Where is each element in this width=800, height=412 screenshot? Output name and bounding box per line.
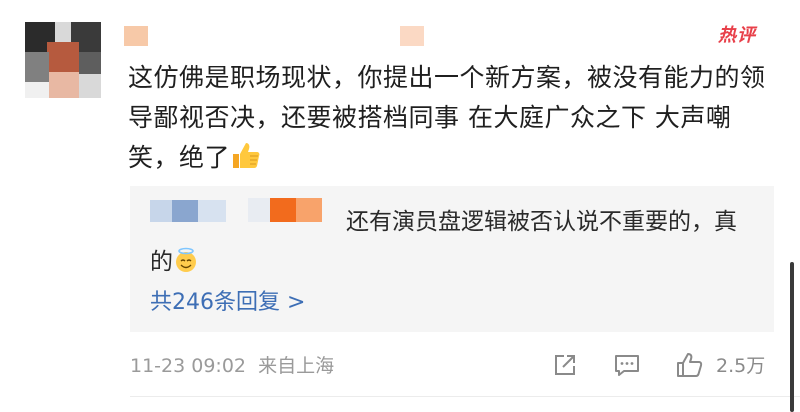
reply-text: 还有演员盘逻辑被否认说不重要的，真的 bbox=[150, 209, 737, 275]
view-replies-link[interactable]: 共246条回复 > bbox=[150, 288, 305, 318]
divider bbox=[130, 396, 800, 397]
comment-footer: 11-23 09:02 来自上海 2.5万 bbox=[130, 350, 780, 382]
scrollbar[interactable] bbox=[790, 262, 794, 412]
comment-icon[interactable] bbox=[612, 350, 642, 380]
comment-text: 这仿佛是职场现状，你提出一个新方案，被没有能力的领导鄙视否决，还要被搭档同事 在… bbox=[128, 63, 766, 172]
avatar[interactable] bbox=[25, 22, 101, 98]
smiling-face-icon bbox=[176, 247, 196, 272]
comment-meta: 11-23 09:02 来自上海 bbox=[130, 354, 334, 378]
reply-preview[interactable]: 还有演员盘逻辑被否认说不重要的，真的 共246条回复 > bbox=[130, 186, 774, 332]
share-icon[interactable] bbox=[550, 350, 580, 380]
like-icon[interactable] bbox=[674, 350, 704, 380]
hot-comment-badge: 热评 bbox=[718, 25, 756, 46]
timestamp: 11-23 09:02 bbox=[130, 355, 247, 377]
username-blurred[interactable] bbox=[124, 26, 148, 46]
like-count: 2.5万 bbox=[716, 355, 766, 377]
reply-body: 还有演员盘逻辑被否认说不重要的，真的 bbox=[150, 202, 750, 282]
thumbs-up-icon bbox=[233, 143, 260, 168]
username-badge-blurred bbox=[400, 26, 424, 46]
location: 来自上海 bbox=[258, 355, 335, 377]
comment-body: 这仿佛是职场现状，你提出一个新方案，被没有能力的领导鄙视否决，还要被搭档同事 在… bbox=[128, 58, 768, 178]
